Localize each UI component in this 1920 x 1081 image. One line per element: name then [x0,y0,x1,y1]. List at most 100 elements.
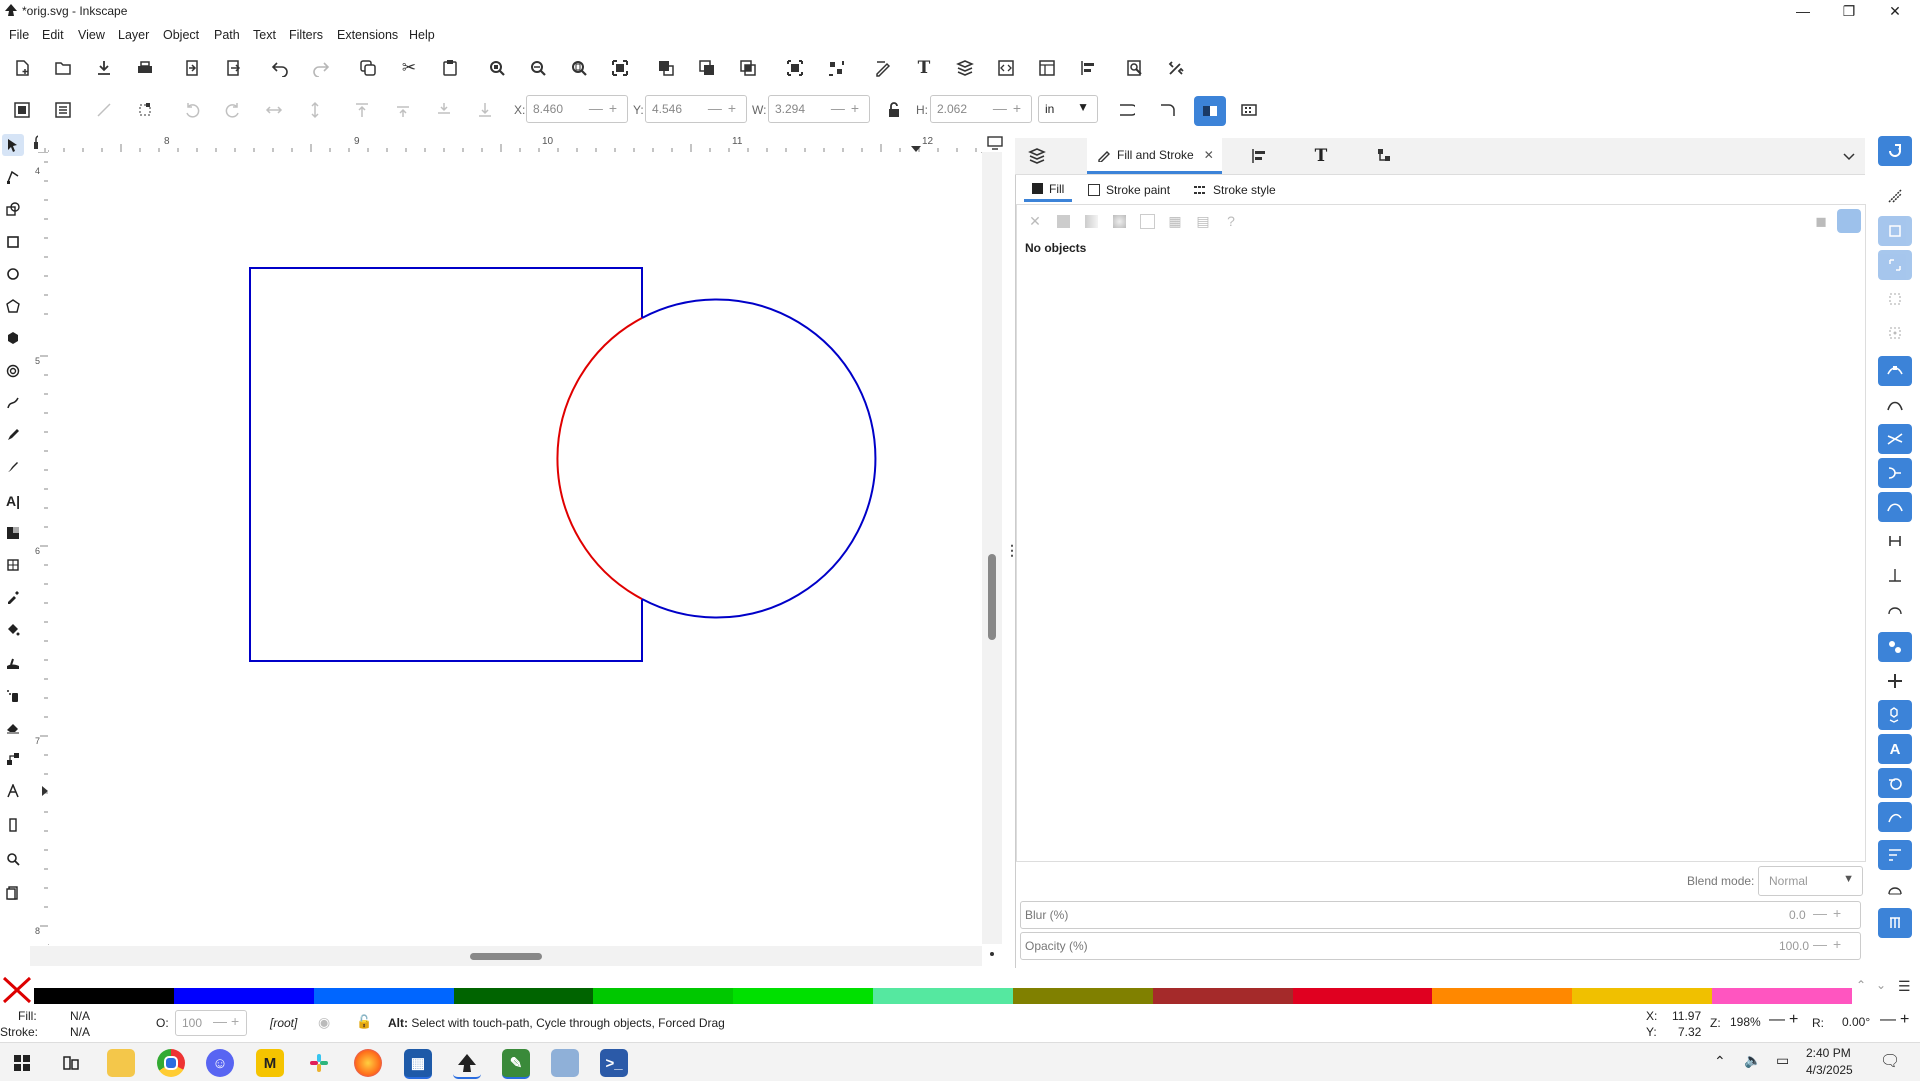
x-stepper[interactable]: —+ [589,100,623,116]
gradient-tool-icon[interactable] [2,522,24,544]
text-tab-icon[interactable]: T [1307,138,1335,174]
close-icon[interactable]: ✕ [1872,0,1918,22]
align-distribute-icon[interactable] [1074,54,1102,82]
palette-swatch[interactable] [873,988,1013,1004]
snap-text-icon[interactable]: A [1878,734,1912,764]
h-field[interactable]: 2.062 —+ [930,95,1032,123]
menu-path[interactable]: Path [214,28,240,42]
swatch-icon[interactable]: ▤ [1193,211,1213,231]
x-field[interactable]: 8.460 —+ [526,95,628,123]
no-paint-icon[interactable]: ✕ [1025,211,1045,231]
snap-guide-icon[interactable] [1878,874,1912,904]
paint-bucket-tool-icon[interactable] [2,618,24,640]
stroke-status-value[interactable]: N/A [70,1025,90,1039]
lock-icon[interactable] [880,96,908,124]
zoom-selection-icon[interactable] [483,54,511,82]
blur-field[interactable]: Blur (%) 0.0 —+ [1020,901,1861,929]
palette-swatch[interactable] [1572,988,1713,1004]
lower-sel-icon[interactable] [430,96,458,124]
fill-rule-nonzero-icon[interactable] [1837,209,1861,233]
shapes-tool-icon[interactable] [2,198,24,220]
notifications-icon[interactable]: 🗨 [1880,1051,1900,1071]
export-icon[interactable] [219,54,247,82]
3d-box-tool-icon[interactable] [2,327,24,349]
h-stepper[interactable]: —+ [993,100,1027,116]
snap-tangential-icon[interactable] [1878,594,1912,624]
layer-visibility-icon[interactable]: ◉ [318,1014,330,1031]
layers-tab-icon[interactable] [1023,138,1051,174]
snap-perpendicular-icon[interactable] [1878,560,1912,590]
menu-text[interactable]: Text [253,28,276,42]
new-document-icon[interactable] [8,54,36,82]
w-field[interactable]: 3.294 —+ [768,95,870,123]
snap-path-mask-icon[interactable] [1878,768,1912,798]
subtab-stroke-paint[interactable]: Stroke paint [1088,178,1170,202]
snap-bbox-center-icon[interactable] [1878,318,1912,348]
snap-rotation-center-icon[interactable] [1878,666,1912,696]
rotation-field[interactable]: 0.00° —+ [1824,1010,1918,1034]
horizontal-ruler[interactable]: 8 9 10 11 12 [38,134,986,153]
slack-icon[interactable] [305,1049,333,1077]
restore-icon[interactable]: ❐ [1826,0,1872,22]
find-replace-icon[interactable] [1121,54,1149,82]
palette-scroll-down-icon[interactable]: ⌄ [1876,978,1886,992]
select-all-icon[interactable] [8,96,36,124]
snap-nodes-icon[interactable] [1878,356,1912,386]
dropper-tool-icon[interactable] [2,586,24,608]
circle-blue-arc[interactable] [641,298,877,619]
snap-object-centers-icon[interactable] [1878,632,1912,662]
preferences-icon[interactable] [1162,54,1190,82]
zoom-page-icon[interactable] [565,54,593,82]
spray-tool-icon[interactable] [2,684,24,706]
menu-view[interactable]: View [78,28,105,42]
snap-page-border-icon[interactable] [1878,840,1912,870]
star-polygon-tool-icon[interactable] [2,295,24,317]
menu-file[interactable]: File [9,28,29,42]
text-tool-icon[interactable]: A| [2,490,24,512]
unit-select[interactable]: in ▼ [1038,95,1098,123]
windows-start-icon[interactable] [8,1049,36,1077]
clock-time[interactable]: 2:40 PM [1806,1046,1851,1060]
circle-red-arc[interactable] [556,317,643,600]
palette-swatch[interactable] [34,988,174,1004]
w-stepper[interactable]: —+ [831,100,865,116]
subtab-stroke-style[interactable]: Stroke style [1193,178,1276,202]
rectangle-tool-icon[interactable] [2,231,24,253]
pencil-tool-icon[interactable] [2,424,24,446]
palette-swatch[interactable] [453,988,594,1004]
vertical-ruler[interactable]: 4 5 6 7 8 [30,150,49,945]
scale-corners-icon[interactable] [1153,96,1181,124]
blend-mode-select[interactable]: Normal ▼ [1758,866,1863,896]
battery-icon[interactable]: ▭ [1776,1052,1789,1069]
selector-tool-icon[interactable] [2,134,24,156]
lower-to-bottom-icon[interactable] [471,96,499,124]
move-patterns-icon[interactable] [1235,96,1263,124]
scale-stroke-icon[interactable] [1112,96,1140,124]
palette-swatch[interactable] [1152,988,1293,1004]
chrome-icon[interactable] [157,1049,185,1077]
blur-stepper[interactable]: —+ [1813,905,1847,921]
unset-paint-icon[interactable]: ? [1221,211,1241,231]
palette-swatch[interactable] [173,988,314,1004]
snap-bbox-midpoints-icon[interactable] [1878,284,1912,314]
group-icon[interactable] [781,54,809,82]
inkscape-icon[interactable] [453,1049,481,1079]
text-font-icon[interactable]: T [910,54,938,82]
zoom-center-page-icon[interactable] [606,54,634,82]
firefox-icon[interactable] [354,1049,382,1077]
tab-fill-and-stroke[interactable]: Fill and Stroke ✕ [1087,138,1222,174]
snap-bbox-icon[interactable] [1878,181,1912,211]
move-gradients-icon[interactable] [1194,96,1226,126]
menu-extensions[interactable]: Extensions [337,28,398,42]
mesh-gradient-icon[interactable] [1137,211,1157,231]
deselect-icon[interactable] [90,96,118,124]
layers-objects-icon[interactable] [951,54,979,82]
rotate-cw-icon[interactable] [219,96,247,124]
lower-icon[interactable] [734,54,762,82]
snap-smooth-nodes-icon[interactable] [1878,492,1912,522]
menu-object[interactable]: Object [163,28,199,42]
minimize-icon[interactable]: — [1780,0,1826,22]
eraser-tool-icon[interactable] [2,716,24,738]
pages-tool-icon[interactable] [2,882,24,904]
align-tab-icon[interactable] [1245,138,1273,174]
